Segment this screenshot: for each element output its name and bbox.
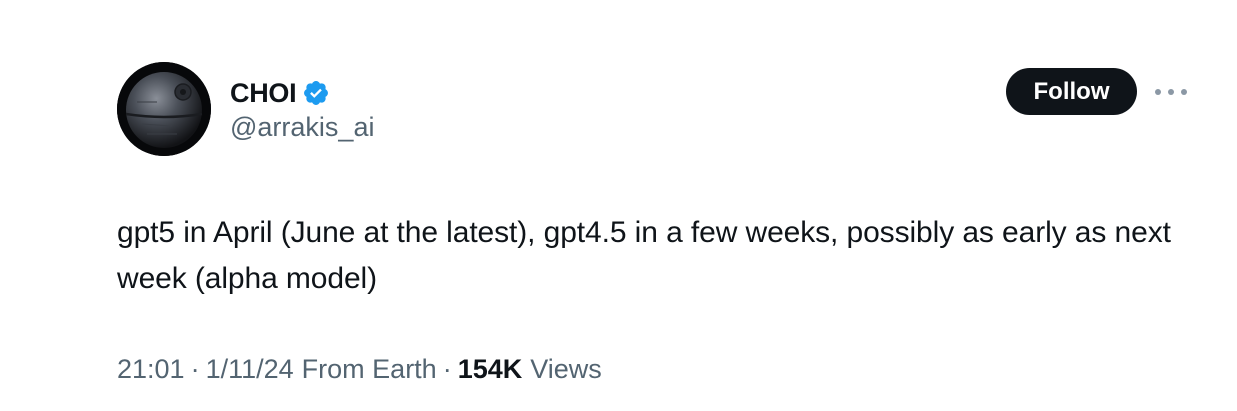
avatar[interactable] <box>117 62 211 156</box>
views-count[interactable]: 154K <box>458 354 523 385</box>
tweet-date[interactable]: 1/11/24 <box>206 354 294 385</box>
more-horizontal-icon[interactable] <box>1155 82 1187 102</box>
verified-badge-icon <box>302 79 330 107</box>
tweet-card: CHOI @arrakis_ai Follow gpt5 in April (J… <box>0 0 1237 411</box>
more-dot <box>1168 89 1174 95</box>
death-star-avatar-icon <box>117 62 211 156</box>
tweet-source: From Earth <box>301 354 437 384</box>
display-name[interactable]: CHOI <box>230 78 297 109</box>
more-dot <box>1155 89 1161 95</box>
tweet-text: gpt5 in April (June at the latest), gpt4… <box>117 216 1171 295</box>
views-label: Views <box>530 354 602 384</box>
tweet-time[interactable]: 21:01 <box>117 354 185 385</box>
meta-separator: · <box>442 354 452 384</box>
author-name-row[interactable]: CHOI <box>230 75 330 111</box>
more-dot <box>1181 89 1187 95</box>
author-handle[interactable]: @arrakis_ai <box>230 112 374 143</box>
follow-button[interactable]: Follow <box>1006 68 1137 115</box>
meta-separator: · <box>190 354 200 384</box>
tweet-meta: 21:01 · 1/11/24 From Earth · 154K Views <box>117 354 602 385</box>
